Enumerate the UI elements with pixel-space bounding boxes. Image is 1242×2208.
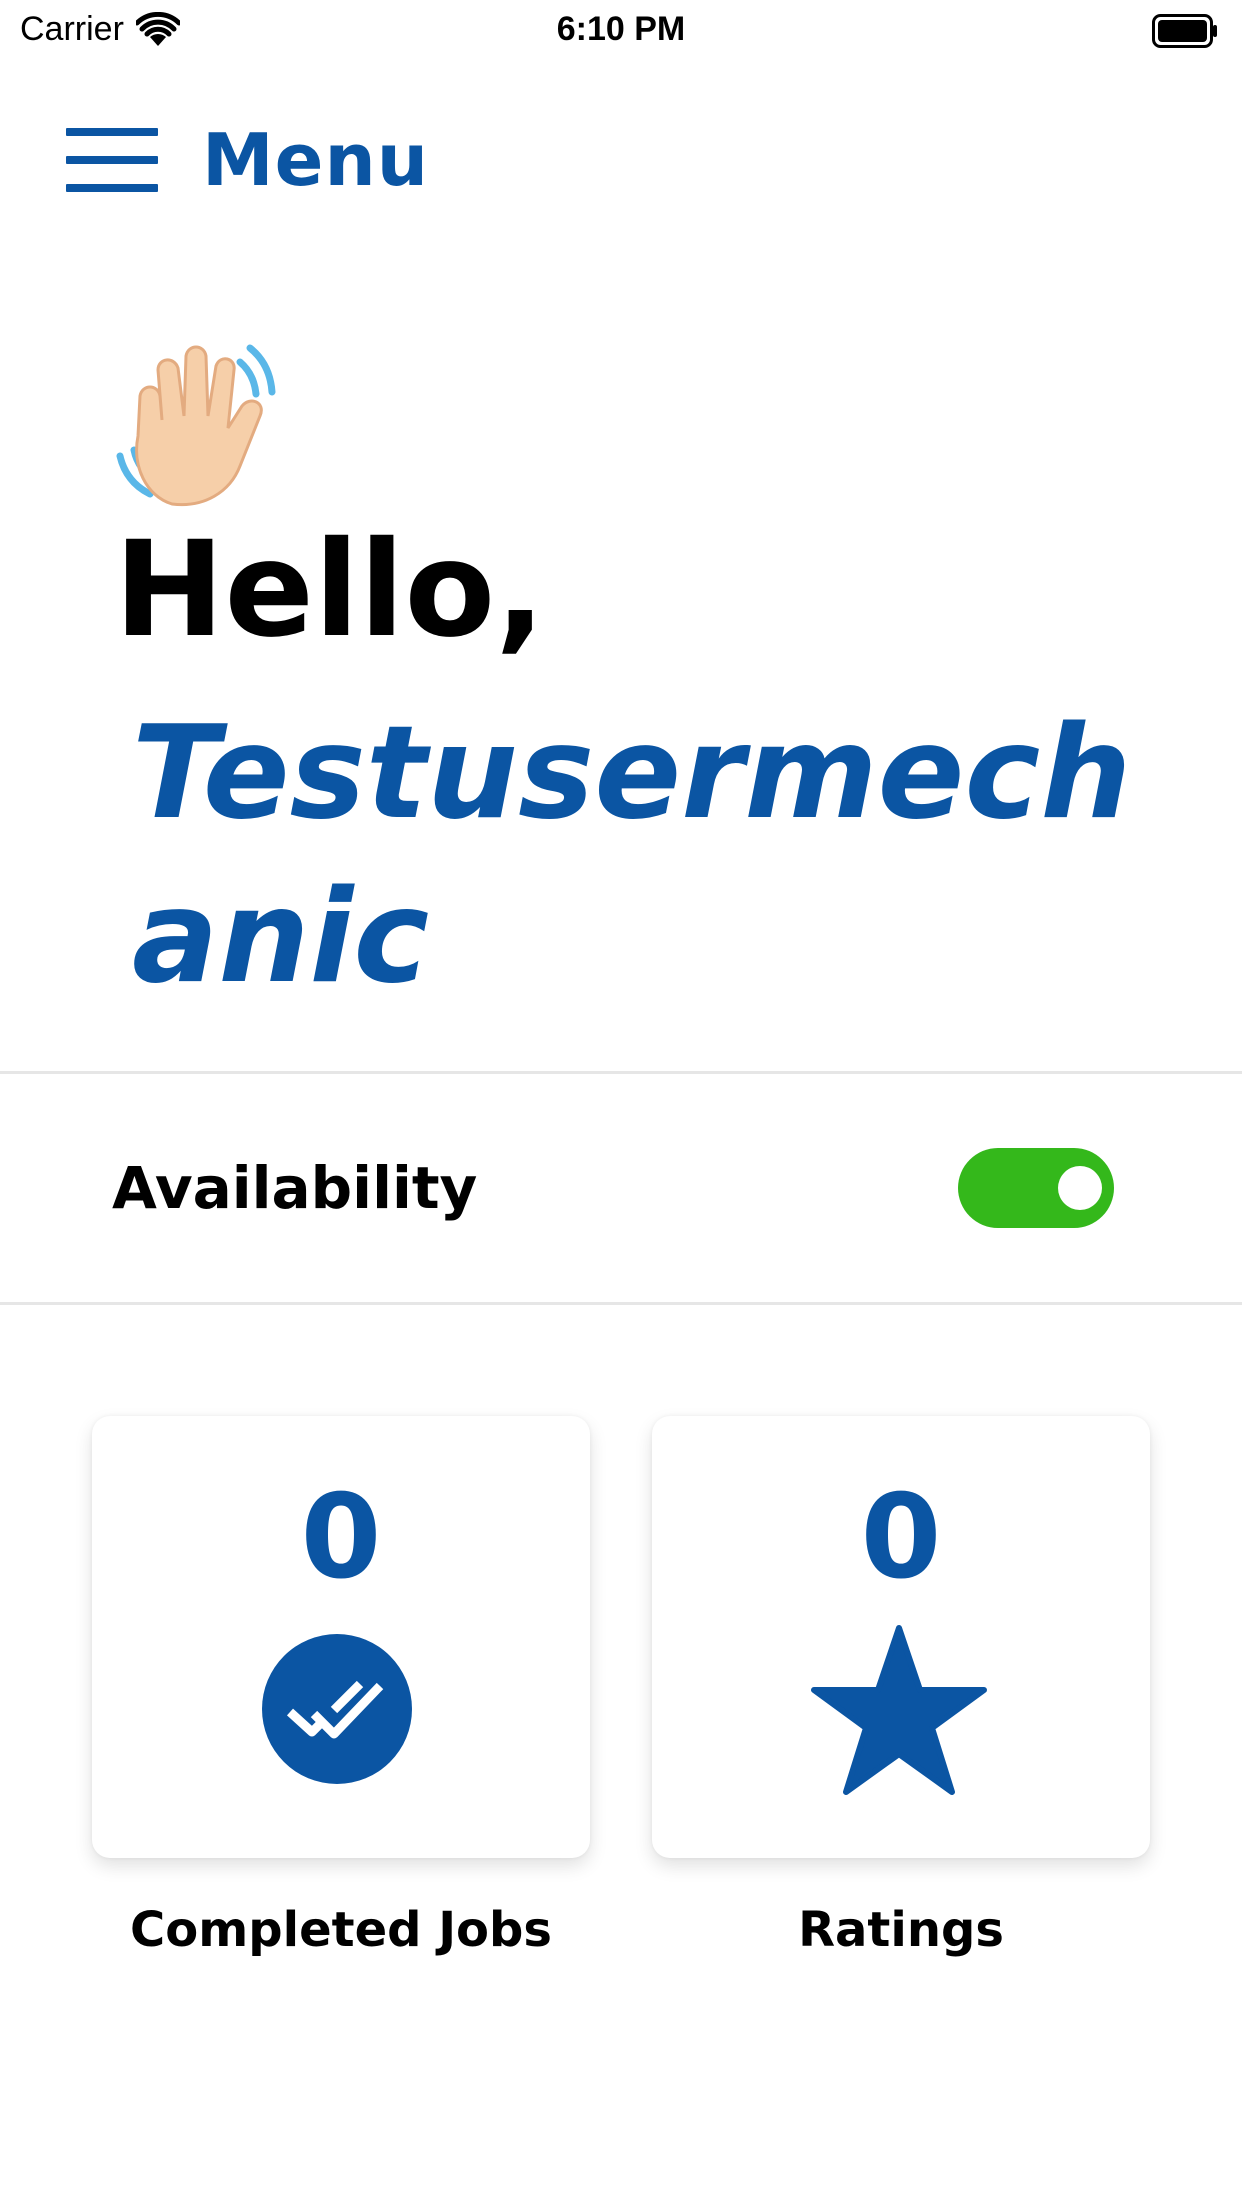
availability-toggle[interactable] — [958, 1148, 1114, 1228]
double-check-circle-icon — [262, 1634, 412, 1784]
completed-jobs-card[interactable]: 0 — [92, 1416, 590, 1858]
hamburger-icon[interactable] — [66, 128, 158, 192]
star-icon — [811, 1625, 987, 1795]
availability-label: Availability — [112, 1154, 478, 1222]
user-name: Testusermechanic — [132, 699, 1132, 1012]
divider-top — [0, 1071, 1242, 1074]
toggle-knob — [1058, 1166, 1102, 1210]
ratings-label: Ratings — [798, 1902, 1004, 1958]
ratings-value: 0 — [860, 1470, 942, 1605]
completed-jobs-label: Completed Jobs — [130, 1902, 552, 1958]
status-time: 6:10 PM — [556, 10, 686, 48]
waving-hand-icon — [116, 344, 276, 507]
ratings-card[interactable]: 0 — [652, 1416, 1150, 1858]
greeting-hello: Hello, — [114, 513, 546, 667]
menu-label[interactable]: Menu — [202, 118, 429, 202]
divider-bottom — [0, 1302, 1242, 1305]
battery-icon — [1152, 14, 1217, 48]
menu-button[interactable]: Menu — [66, 118, 429, 202]
status-bar: Carrier 6:10 PM — [0, 0, 1242, 62]
completed-jobs-value: 0 — [300, 1470, 382, 1605]
